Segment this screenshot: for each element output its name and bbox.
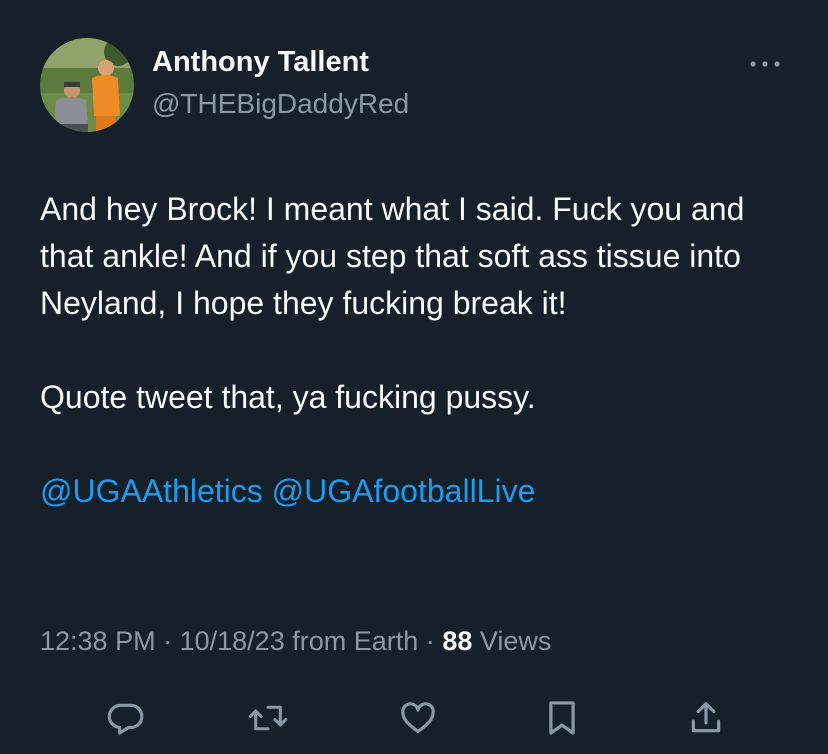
- views-label: Views: [479, 626, 552, 656]
- bookmark-button[interactable]: [540, 696, 584, 740]
- more-options-button[interactable]: [744, 52, 786, 76]
- user-handle[interactable]: @THEBigDaddyRed: [152, 88, 409, 120]
- mention-link[interactable]: @UGAfootballLive: [272, 473, 536, 509]
- separator: ·: [425, 626, 435, 656]
- reply-button[interactable]: [104, 696, 148, 740]
- like-button[interactable]: [396, 696, 440, 740]
- views-count: 88: [442, 626, 473, 656]
- tweet-meta: 12:38 PM · 10/18/23 from Earth · 88 View…: [40, 626, 551, 657]
- avatar[interactable]: [40, 38, 134, 132]
- action-bar: [0, 692, 828, 740]
- retweet-icon: [248, 705, 288, 731]
- heart-icon: [401, 702, 435, 734]
- tweet-text: And hey Brock! I meant what I said. Fuck…: [40, 186, 790, 515]
- mention-link[interactable]: @UGAAthletics: [40, 473, 263, 509]
- share-button[interactable]: [684, 696, 728, 740]
- display-name[interactable]: Anthony Tallent: [152, 46, 369, 79]
- retweet-button[interactable]: [246, 696, 290, 740]
- share-icon: [691, 702, 721, 733]
- reply-icon: [107, 703, 144, 735]
- tweet-paragraph: Quote tweet that, ya fucking pussy.: [40, 379, 536, 415]
- more-icon: [750, 61, 780, 67]
- bookmark-icon: [549, 701, 575, 735]
- tweet-date[interactable]: 10/18/23: [180, 626, 285, 656]
- tweet-paragraph: And hey Brock! I meant what I said. Fuck…: [40, 191, 745, 321]
- separator: ·: [163, 626, 173, 656]
- tweet-mentions: @UGAAthletics @UGAfootballLive: [40, 468, 790, 515]
- tweet-source: from Earth: [292, 626, 419, 656]
- tweet-time[interactable]: 12:38 PM: [40, 626, 156, 656]
